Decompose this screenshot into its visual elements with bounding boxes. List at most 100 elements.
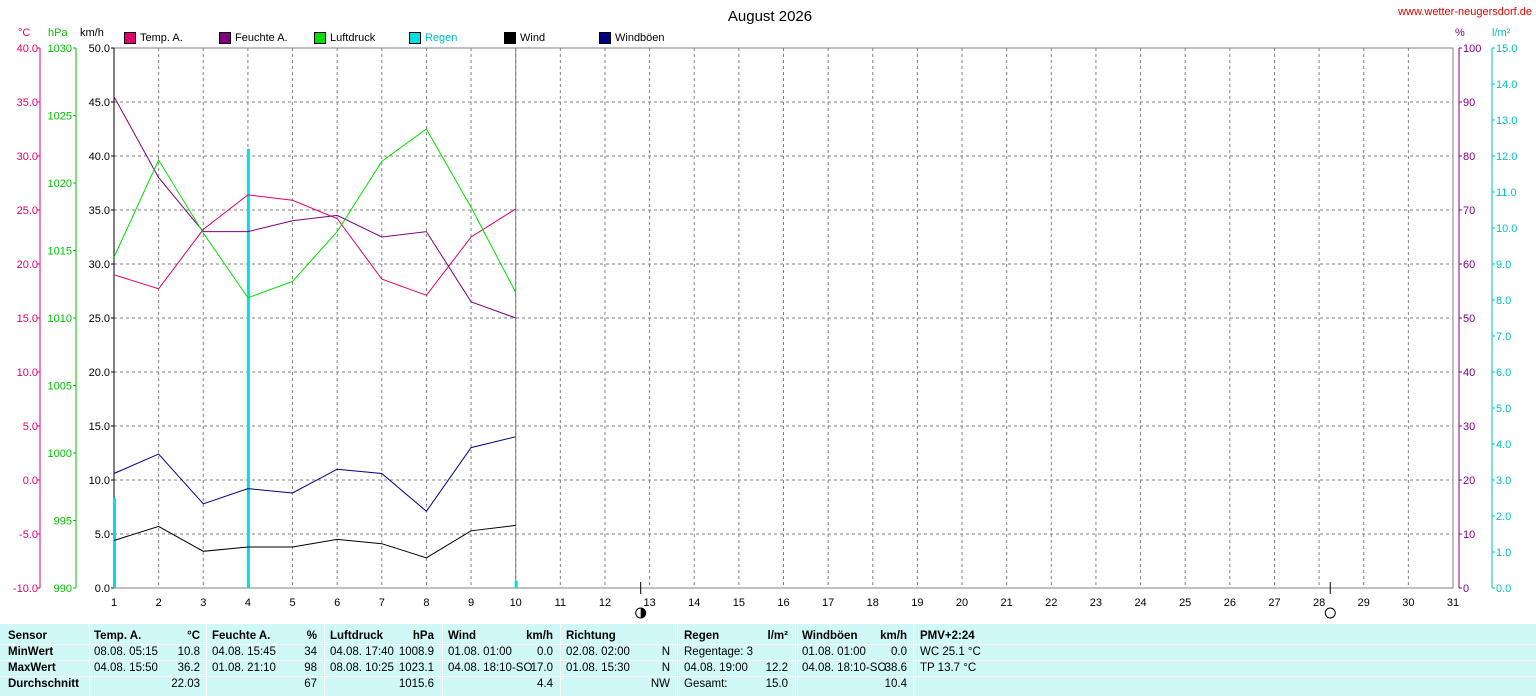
- stats-unit: km/h: [526, 630, 553, 642]
- stats-time: 08.08. 05:15: [94, 646, 158, 658]
- x-tick-label: 2: [156, 597, 162, 609]
- stats-value: 67: [304, 678, 317, 690]
- hum-tick-label: 90: [1463, 97, 1475, 109]
- temp-tick-label: 20.0: [17, 259, 38, 271]
- legend-swatch: [409, 32, 421, 44]
- x-tick-label: 6: [334, 597, 340, 609]
- legend-swatch: [599, 32, 611, 44]
- stats-time: 04.08. 15:45: [212, 646, 276, 658]
- rain-tick-label: 2.0: [1496, 511, 1511, 523]
- col-divider: [442, 624, 443, 696]
- rain-tick-label: 7.0: [1496, 331, 1511, 343]
- rain-tick-label: 3.0: [1496, 475, 1511, 487]
- wind-tick-label: 40.0: [89, 151, 110, 163]
- x-tick-label: 16: [777, 597, 789, 609]
- press-axis-unit: hPa: [48, 27, 68, 39]
- x-tick-label: 4: [245, 597, 251, 609]
- hum-tick-label: 0: [1463, 583, 1469, 595]
- wind-tick-label: 5.0: [95, 529, 110, 541]
- stats-value: TP 13.7 °C: [920, 662, 977, 674]
- rain-tick-label: 12.0: [1496, 151, 1517, 163]
- grid: [113, 47, 1454, 589]
- legend-item-gust: Windböen: [599, 31, 665, 45]
- col-divider: [89, 624, 90, 696]
- hum-tick-label: 40: [1463, 367, 1475, 379]
- rain-tick-label: 6.0: [1496, 367, 1511, 379]
- rain-bars: [113, 148, 518, 589]
- stats-value: 22.03: [171, 678, 200, 690]
- x-tick-label: 19: [911, 597, 923, 609]
- stats-value: 15.0: [765, 678, 788, 690]
- press-tick-label: 1005: [48, 381, 72, 393]
- stats-value: N: [661, 646, 670, 658]
- legend-swatch: [124, 32, 136, 44]
- stats-row-label: Durchschnitt: [8, 678, 79, 690]
- rain-bar: [246, 148, 250, 589]
- press-tick-label: 990: [54, 583, 72, 595]
- x-tick-label: 31: [1447, 597, 1459, 609]
- stats-time: 02.08. 02:00: [566, 646, 630, 658]
- stats-value: 17.0: [530, 662, 553, 674]
- temp-tick-label: 25.0: [17, 205, 38, 217]
- stats-value: 36.2: [177, 662, 200, 674]
- press-tick-label: 1025: [48, 111, 72, 123]
- wind-tick-label: 50.0: [89, 43, 110, 55]
- stats-value: N: [661, 662, 670, 674]
- x-tick-label: 17: [822, 597, 834, 609]
- legend-item-humidity: Feuchte A.: [219, 31, 288, 45]
- hum-tick-label: 30: [1463, 421, 1475, 433]
- stats-unit: km/h: [880, 630, 907, 642]
- temp-tick-label: -5.0: [19, 529, 38, 541]
- x-tick-label: 20: [956, 597, 968, 609]
- rain-bar: [113, 498, 116, 588]
- x-tick-label: 29: [1358, 597, 1370, 609]
- temp-tick-label: 15.0: [17, 313, 38, 325]
- legend-swatch: [504, 32, 516, 44]
- stats-time: Gesamt:: [684, 678, 728, 690]
- rain-bar: [514, 580, 518, 588]
- stats-header: Windböen: [802, 630, 858, 642]
- stats-col-pressure: Luftdruck hPa 04.08. 17:40 1008.9 08.08. 1…: [330, 628, 434, 692]
- legend-label: Windböen: [615, 32, 665, 44]
- hum-tick-label: 100: [1463, 43, 1481, 55]
- stats-unit: l/m²: [767, 630, 788, 642]
- rain-tick-label: 5.0: [1496, 403, 1511, 415]
- stats-header: Regen: [684, 630, 720, 642]
- stats-header: Feuchte A.: [212, 630, 271, 642]
- stats-header: Luftdruck: [330, 630, 384, 642]
- axes: 1 2 3 4 5 6 7 8 9 10 11 12 13 14 15 16 17 18 19 20 21 22 23 24 2…: [13, 43, 1518, 609]
- rain-tick-label: 1.0: [1496, 547, 1511, 559]
- stats-time: Regentage: 3: [684, 646, 754, 658]
- series-lines: [113, 96, 517, 559]
- site-link[interactable]: www.wetter-neugersdorf.de: [1398, 6, 1532, 18]
- stats-value: 10.4: [884, 678, 907, 690]
- stats-value: 4.4: [537, 678, 553, 690]
- stats-col-gust: Windböen km/h 01.08. 01:00 0.0 04.08. 18:1…: [802, 628, 907, 692]
- wind-tick-label: 25.0: [89, 313, 110, 325]
- temp-axis-unit: °C: [18, 27, 30, 39]
- legend-item-wind: Wind: [504, 31, 545, 45]
- x-tick-label: 13: [643, 597, 655, 609]
- temp-tick-label: -10.0: [13, 583, 38, 595]
- stats-unit: hPa: [412, 630, 434, 642]
- temp-tick-label: 0.0: [23, 475, 38, 487]
- col-divider: [795, 624, 796, 696]
- temp-tick-label: 10.0: [17, 367, 38, 379]
- hum-tick-label: 10: [1463, 529, 1475, 541]
- temp-tick-label: 5.0: [23, 421, 38, 433]
- stats-header: Sensor: [8, 630, 47, 642]
- legend-item-temp: Temp. A.: [124, 31, 183, 45]
- stats-header: Richtung: [566, 630, 616, 642]
- rain-tick-label: 10.0: [1496, 223, 1517, 235]
- stats-col-humidity: Feuchte A.% 04.08. 15:45 34 01.08. 21:10 9…: [212, 628, 317, 692]
- x-tick-label: 25: [1179, 597, 1191, 609]
- press-tick-label: 1030: [48, 43, 72, 55]
- x-tick-label: 22: [1045, 597, 1057, 609]
- press-tick-label: 1015: [48, 246, 72, 258]
- series-line: [113, 96, 516, 319]
- series-line: [113, 436, 516, 513]
- rain-tick-label: 13.0: [1496, 115, 1517, 127]
- moon-icon: [1324, 607, 1336, 619]
- col-divider: [206, 624, 207, 696]
- legend-swatch: [314, 32, 326, 44]
